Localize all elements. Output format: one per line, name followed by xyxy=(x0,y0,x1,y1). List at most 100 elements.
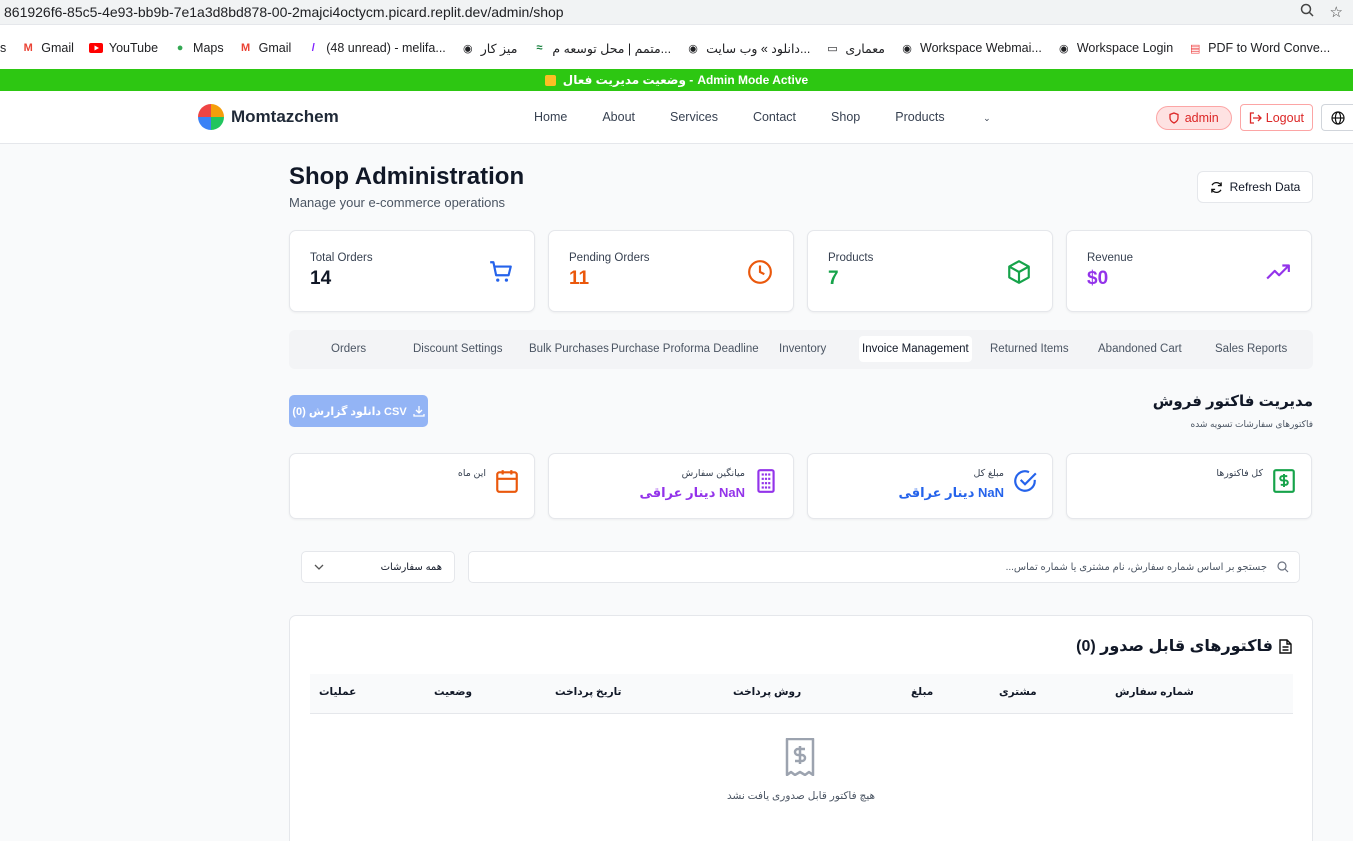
section-subtitle: فاکتورهای سفارشات تسویه شده xyxy=(1190,419,1313,429)
brand[interactable]: Momtazchem xyxy=(198,104,339,130)
zoom-icon[interactable] xyxy=(1300,3,1314,21)
tab-invoice-management[interactable]: Invoice Management xyxy=(859,336,972,362)
col-amount[interactable]: مبلغ xyxy=(911,686,933,698)
bookmark-pdf[interactable]: ▤ PDF to Word Conve... xyxy=(1187,41,1330,55)
stat-products: Products 7 xyxy=(807,230,1053,312)
bookmark-motamem[interactable]: ≈ متمم | محل توسعه م... xyxy=(531,41,671,56)
col-operations[interactable]: عملیات xyxy=(319,686,356,698)
admin-mode-banner: وضعیت مدیریت فعال - Admin Mode Active xyxy=(0,69,1353,91)
table-header: شماره سفارش مشتری مبلغ روش پرداخت تاریخ … xyxy=(310,674,1293,714)
dollar-file-icon xyxy=(1273,469,1295,493)
logo-icon xyxy=(198,104,224,130)
tab-abandoned-cart[interactable]: Abandoned Cart xyxy=(1098,343,1182,355)
col-status[interactable]: وضعیت xyxy=(434,686,472,698)
bookmark-desk[interactable]: ◉ میز کار xyxy=(460,41,517,56)
globe-icon: ◉ xyxy=(462,42,473,55)
col-customer[interactable]: مشتری xyxy=(999,686,1037,698)
nav-products[interactable]: Products ⌄ xyxy=(895,110,1025,124)
tab-sales-reports[interactable]: Sales Reports xyxy=(1215,343,1287,355)
tab-returned-items[interactable]: Returned Items xyxy=(990,343,1069,355)
page-title: Shop Administration xyxy=(289,163,525,190)
bookmark-download[interactable]: ◉ دانلود » وب سایت... xyxy=(685,41,810,56)
logout-button[interactable]: Logout xyxy=(1239,104,1313,131)
youtube-icon xyxy=(88,41,104,55)
tab-discount-settings[interactable]: Discount Settings xyxy=(413,343,503,355)
refresh-icon xyxy=(1210,181,1222,193)
stat-pending-orders: Pending Orders 11 xyxy=(548,230,794,312)
col-order-number[interactable]: شماره سفارش xyxy=(1115,686,1194,698)
nav-contact[interactable]: Contact xyxy=(753,110,796,124)
chevron-down-icon: ⌄ xyxy=(983,113,991,123)
card-this-month: این ماه xyxy=(289,453,535,519)
search-placeholder: جستجو بر اساس شماره سفارش، نام مشتری یا … xyxy=(1005,561,1267,573)
nav-about[interactable]: About xyxy=(602,110,635,124)
bookmark-folder[interactable]: ▭ معماری xyxy=(824,41,885,56)
card-total-invoices: کل فاکتورها xyxy=(1066,453,1312,519)
bookmark-gmail[interactable]: M Gmail xyxy=(20,41,74,55)
col-payment-method[interactable]: روش پرداخت xyxy=(733,686,801,698)
bookmark-webmail[interactable]: ◉ Workspace Webmai... xyxy=(899,41,1042,55)
globe-icon xyxy=(1330,110,1345,125)
refresh-data-button[interactable]: Refresh Data xyxy=(1197,171,1313,203)
cart-icon xyxy=(490,261,512,282)
nav-links: Home About Services Contact Shop Product… xyxy=(534,110,1061,124)
check-circle-icon xyxy=(1014,470,1037,492)
nav-shop[interactable]: Shop xyxy=(831,110,860,124)
top-navbar: Momtazchem Home About Services Contact S… xyxy=(0,91,1353,144)
calendar-icon xyxy=(496,470,518,493)
bookmark-yahoo[interactable]: / (48 unread) - melifa... xyxy=(305,41,446,55)
address-bar[interactable]: 861926f6-85c5-4e93-bb9b-7e1a3d8bd878-00-… xyxy=(0,0,1353,25)
table-title: فاکتورهای قابل صدور (0) xyxy=(1076,636,1292,656)
bookmark-workspace-login[interactable]: ◉ Workspace Login xyxy=(1056,41,1173,55)
shield-icon xyxy=(1169,111,1179,124)
empty-state-text: هیچ فاکتور قابل صدوری یافت نشد xyxy=(726,790,876,802)
order-filter-select[interactable]: همه سفارشات xyxy=(301,551,455,583)
box-icon xyxy=(1008,260,1030,284)
stat-revenue: Revenue $0 xyxy=(1066,230,1312,312)
tab-inventory[interactable]: Inventory xyxy=(779,343,826,355)
gmail-icon: M xyxy=(23,42,33,54)
logout-icon xyxy=(1249,111,1262,124)
tab-purchase-proforma-deadline[interactable]: Purchase Proforma Deadline xyxy=(611,343,759,355)
card-total-amount: مبلغ کل NaN دینار عراقی xyxy=(807,453,1053,519)
tab-orders[interactable]: Orders xyxy=(331,343,366,355)
download-icon xyxy=(413,406,425,417)
col-payment-date[interactable]: تاریخ پرداخت xyxy=(555,686,622,698)
bookmark-gmail-2[interactable]: M Gmail xyxy=(238,41,291,55)
globe-icon: ◉ xyxy=(1059,42,1069,55)
folder-icon: ▭ xyxy=(827,42,838,55)
lock-icon xyxy=(544,74,556,86)
clock-icon xyxy=(748,260,772,284)
chevron-down-icon xyxy=(314,564,324,570)
leaf-icon: ≈ xyxy=(536,42,543,54)
yahoo-icon: / xyxy=(311,42,315,54)
admin-tabs: Orders Discount Settings Bulk Purchases … xyxy=(289,330,1313,369)
file-text-icon xyxy=(1279,638,1292,654)
globe-icon: ◉ xyxy=(902,42,912,55)
bookmark-item[interactable]: s xyxy=(0,41,6,55)
nav-services[interactable]: Services xyxy=(670,110,718,124)
invoices-table-card: فاکتورهای قابل صدور (0) شماره سفارش مشتر… xyxy=(289,615,1313,841)
page-subtitle: Manage your e-commerce operations xyxy=(289,195,506,210)
url-text[interactable]: 861926f6-85c5-4e93-bb9b-7e1a3d8bd878-00-… xyxy=(4,4,1300,20)
bookmark-youtube[interactable]: YouTube xyxy=(88,41,158,55)
search-icon xyxy=(1277,561,1289,573)
globe-icon: ◉ xyxy=(688,42,698,55)
search-input[interactable]: جستجو بر اساس شماره سفارش، نام مشتری یا … xyxy=(468,551,1300,583)
language-button[interactable] xyxy=(1321,104,1353,131)
bookmark-maps[interactable]: ● Maps xyxy=(172,41,224,55)
section-title: مدیریت فاکتور فروش xyxy=(1152,393,1313,410)
gmail-icon: M xyxy=(241,42,251,54)
trending-up-icon xyxy=(1266,264,1290,280)
tab-bulk-purchases[interactable]: Bulk Purchases xyxy=(529,343,609,355)
receipt-icon xyxy=(785,738,815,776)
bookmark-star-icon[interactable]: ☆ xyxy=(1330,3,1343,21)
pdf-icon: ▤ xyxy=(1189,42,1201,55)
stat-total-orders: Total Orders 14 xyxy=(289,230,535,312)
maps-pin-icon: ● xyxy=(176,42,184,54)
card-average-order: میانگین سفارش NaN دینار عراقی xyxy=(548,453,794,519)
nav-home[interactable]: Home xyxy=(534,110,567,124)
download-csv-button[interactable]: دانلود گزارش (0) CSV xyxy=(289,395,428,427)
bookmarks-bar: s M Gmail YouTube ● Maps M Gmail / (48 unrea… xyxy=(0,36,1353,60)
admin-user-badge[interactable]: admin xyxy=(1155,105,1232,130)
